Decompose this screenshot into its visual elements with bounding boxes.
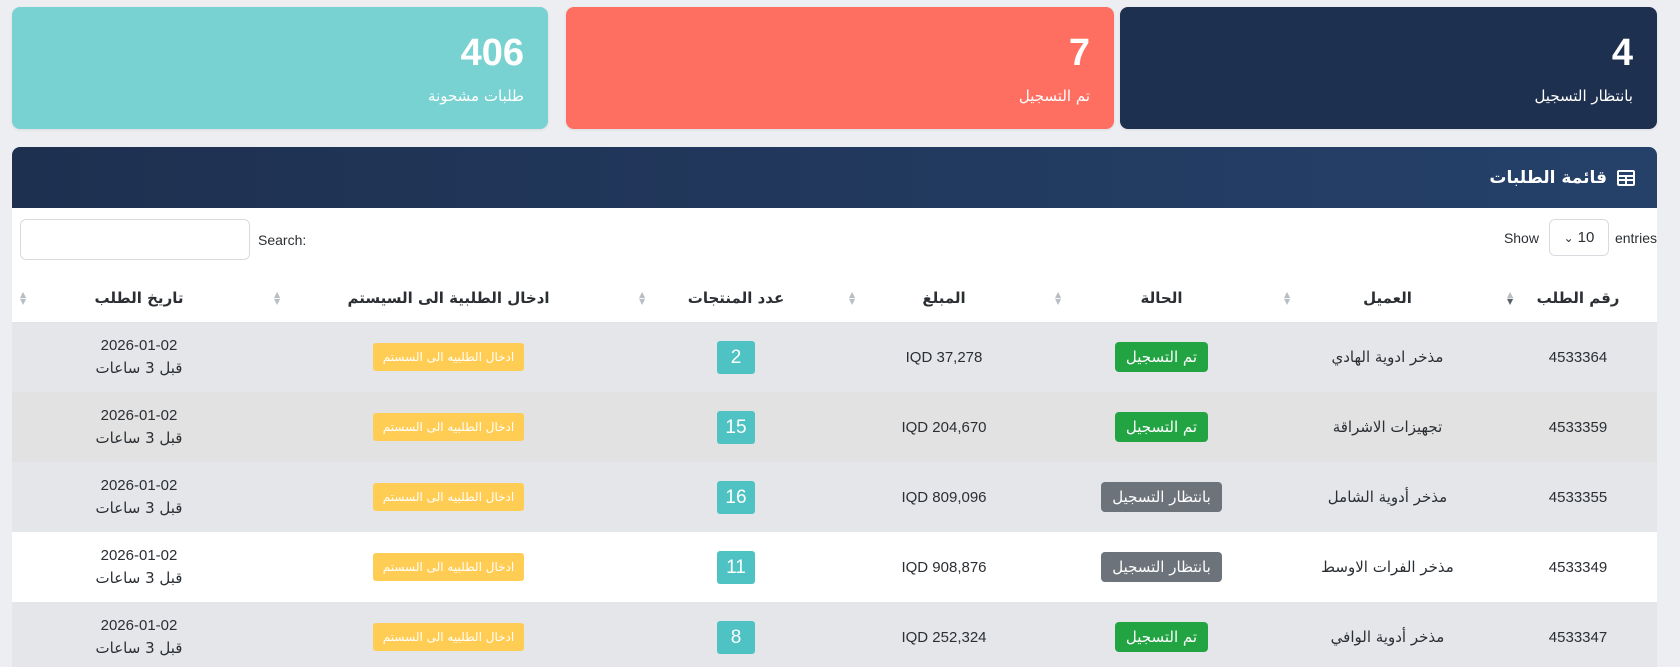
search-control: Search: <box>20 219 306 260</box>
col-header-count[interactable]: عدد المنتجات ▲ ▼ <box>631 275 841 323</box>
col-header-order-no[interactable]: رقم الطلب ▲ ▼ <box>1499 275 1657 323</box>
order-relative-time: قبل 3 ساعات <box>95 359 183 378</box>
stat-label-shipped: طلبات مشحونة <box>428 87 524 105</box>
order-relative-time: قبل 3 ساعات <box>95 639 183 657</box>
stat-label-registered: تم التسجيل <box>1018 87 1090 105</box>
order-date: 2026-01-02 <box>100 407 178 424</box>
order-amount: IQD 204,670 <box>901 419 987 436</box>
enter-order-button[interactable]: ادخال الطلبيه الى السستم <box>372 623 525 651</box>
table-row[interactable]: 4533349 مذخر الفرات الاوسط بانتظار التسج… <box>12 532 1657 602</box>
status-badge: بانتظار التسجيل <box>1101 552 1222 582</box>
product-count-badge: 8 <box>717 620 755 654</box>
table-row[interactable]: 4533347 مذخر أدوية الوافي تم التسجيل IQD… <box>12 602 1657 667</box>
client-name: مذخر أدوية الوافي <box>1330 628 1445 646</box>
sort-icon: ▲ ▼ <box>849 290 856 306</box>
show-label: Show <box>1503 229 1539 246</box>
col-header-client[interactable]: العميل ▲ ▼ <box>1276 275 1499 323</box>
product-count-badge: 2 <box>717 340 755 374</box>
chevron-down-icon: ⌄ <box>1563 230 1574 245</box>
status-badge: تم التسجيل <box>1114 622 1209 652</box>
order-date: 2026-01-02 <box>100 337 178 355</box>
product-count-badge: 11 <box>717 550 755 584</box>
stat-card-pending[interactable]: 4 بانتظار التسجيل <box>1120 7 1657 129</box>
table-row[interactable]: 4533355 مذخر أدوية الشامل بانتظار التسجي… <box>12 462 1657 532</box>
client-name: مذخر الفرات الاوسط <box>1321 558 1454 576</box>
order-amount: IQD 252,324 <box>901 629 987 646</box>
stat-value-shipped: 406 <box>460 32 524 74</box>
table-row[interactable]: 4533364 مذخر ادوية الهادي تم التسجيل IQD… <box>12 322 1657 392</box>
order-amount: IQD 37,278 <box>905 349 983 367</box>
stats-row: 406 طلبات مشحونة 7 تم التسجيل 4 بانتظار … <box>12 7 1657 129</box>
table-icon <box>1617 169 1635 186</box>
sort-icon: ▲ ▼ <box>1284 290 1291 306</box>
col-header-status[interactable]: الحالة ▲ ▼ <box>1047 275 1276 323</box>
order-number: 4533359 <box>1548 419 1608 436</box>
table-header-row: رقم الطلب ▲ ▼ العميل ▲ ▼ الحالة ▲ ▼ المبلغ ▲ ▼ ع… <box>12 275 1657 323</box>
col-header-date[interactable]: تاريخ الطلب ▲ ▼ <box>12 275 266 323</box>
stat-card-shipped[interactable]: 406 طلبات مشحونة <box>12 7 548 129</box>
orders-panel: قائمة الطلبات Show ⌄ 10 entries Search: … <box>12 147 1657 667</box>
order-relative-time: قبل 3 ساعات <box>95 499 183 517</box>
col-header-entry[interactable]: ادخال الطلبية الى السيستم ▲ ▼ <box>266 275 631 323</box>
order-date: 2026-01-02 <box>100 617 178 634</box>
status-badge: تم التسجيل <box>1114 412 1209 442</box>
product-count-badge: 16 <box>717 480 755 514</box>
sort-icon: ▲ ▼ <box>274 290 281 306</box>
client-name: تجهيزات الاشراقة <box>1332 418 1443 436</box>
table-row[interactable]: 4533359 تجهيزات الاشراقة تم التسجيل IQD … <box>12 392 1657 462</box>
order-relative-time: قبل 3 ساعات <box>95 569 183 587</box>
order-amount: IQD 809,096 <box>901 489 987 506</box>
table-controls: Show ⌄ 10 entries Search: <box>12 208 1657 275</box>
order-number: 4533347 <box>1548 629 1608 646</box>
entries-select[interactable]: ⌄ 10 <box>1548 219 1609 256</box>
order-number: 4533355 <box>1548 489 1608 506</box>
panel-header: قائمة الطلبات <box>12 147 1657 208</box>
col-header-amount[interactable]: المبلغ ▲ ▼ <box>841 275 1047 323</box>
order-relative-time: قبل 3 ساعات <box>95 429 183 447</box>
enter-order-button[interactable]: ادخال الطلبيه الى السستم <box>372 413 525 441</box>
search-label: Search: <box>258 231 307 248</box>
status-badge: تم التسجيل <box>1114 342 1209 373</box>
enter-order-button[interactable]: ادخال الطلبيه الى السستم <box>372 553 525 581</box>
order-number: 4533364 <box>1548 349 1608 367</box>
order-date: 2026-01-02 <box>100 477 178 494</box>
stat-value-pending: 4 <box>1611 32 1633 74</box>
stat-label-pending: بانتظار التسجيل <box>1534 87 1633 105</box>
stat-card-registered[interactable]: 7 تم التسجيل <box>566 7 1114 129</box>
entries-label: entries <box>1614 229 1657 246</box>
order-number: 4533349 <box>1548 559 1608 576</box>
status-badge: بانتظار التسجيل <box>1101 482 1222 512</box>
sort-icon: ▲ ▼ <box>20 290 27 306</box>
search-input[interactable] <box>20 219 250 260</box>
orders-table: رقم الطلب ▲ ▼ العميل ▲ ▼ الحالة ▲ ▼ المبلغ ▲ ▼ ع… <box>12 275 1657 667</box>
entries-length-control: Show ⌄ 10 entries <box>1504 219 1657 256</box>
sort-icon: ▲ ▼ <box>1055 290 1062 306</box>
order-date: 2026-01-02 <box>100 547 178 564</box>
sort-icon: ▲ ▼ <box>1507 290 1514 306</box>
sort-icon: ▲ ▼ <box>639 290 646 306</box>
panel-title: قائمة الطلبات <box>1489 167 1607 188</box>
enter-order-button[interactable]: ادخال الطلبيه الى السستم <box>372 343 525 372</box>
stat-value-registered: 7 <box>1068 32 1090 74</box>
order-amount: IQD 908,876 <box>901 559 987 576</box>
client-name: مذخر ادوية الهادي <box>1331 348 1444 367</box>
entries-select-value: 10 <box>1577 229 1595 246</box>
client-name: مذخر أدوية الشامل <box>1327 488 1448 506</box>
enter-order-button[interactable]: ادخال الطلبيه الى السستم <box>372 483 525 511</box>
product-count-badge: 15 <box>717 410 755 444</box>
